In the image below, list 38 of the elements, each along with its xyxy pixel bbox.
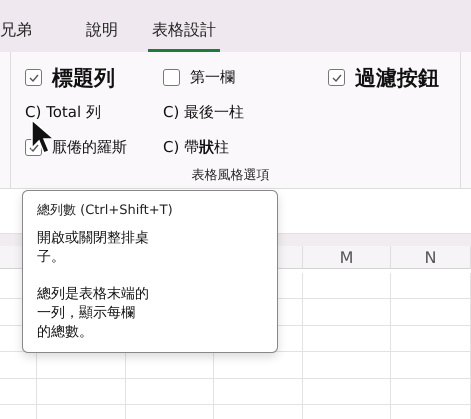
- checkbox[interactable]: [163, 69, 180, 86]
- grid-cell[interactable]: [391, 378, 471, 405]
- column-header[interactable]: N: [391, 246, 471, 269]
- grid-cell[interactable]: [37, 378, 126, 405]
- checkbox[interactable]: [25, 69, 42, 86]
- grid-cell[interactable]: [391, 272, 471, 299]
- tooltip-title: 總列數 (Ctrl+Shift+T): [37, 202, 174, 219]
- grid-cell[interactable]: [214, 378, 303, 405]
- option-label: 過濾按鈕: [355, 64, 439, 92]
- grid-cell[interactable]: [303, 352, 391, 378]
- group-label: 表格風格選項: [192, 168, 270, 183]
- option-label: 第一欄: [190, 68, 235, 87]
- column-header[interactable]: M: [303, 246, 391, 269]
- option-label: 標題列: [52, 64, 115, 92]
- grid-cell[interactable]: [303, 326, 391, 352]
- option-label: 厭倦的羅斯: [52, 138, 127, 157]
- checkmark-icon: [28, 144, 38, 152]
- grid-cell[interactable]: [303, 272, 391, 299]
- option-label: C) 最後一柱: [163, 103, 244, 122]
- ribbon-tab[interactable]: 兄弟: [0, 20, 36, 52]
- checkmark-icon: [28, 74, 38, 82]
- checkmark-icon: [332, 74, 342, 82]
- grid-cell[interactable]: [391, 352, 471, 378]
- tooltip-text: 總列是表格末端的: [37, 284, 149, 304]
- tooltip-text: 一列，顯示每欄: [37, 304, 135, 323]
- option-label: C) 帶狀柱: [163, 138, 230, 157]
- grid-cell[interactable]: [303, 378, 391, 405]
- tooltip-text: 子。: [37, 248, 65, 267]
- tooltip-text: 的總數。: [37, 322, 93, 342]
- grid-cell[interactable]: [0, 378, 37, 405]
- checkbox[interactable]: [328, 69, 345, 86]
- grid-cell[interactable]: [303, 299, 391, 326]
- tooltip-text: 開啟或關閉整排桌: [37, 229, 149, 248]
- grid-cell[interactable]: [391, 299, 471, 326]
- grid-cell[interactable]: [126, 378, 214, 405]
- grid-cell[interactable]: [391, 326, 471, 352]
- option-label: C) Total 列: [25, 103, 101, 122]
- ribbon-tab[interactable]: 說明: [82, 20, 122, 52]
